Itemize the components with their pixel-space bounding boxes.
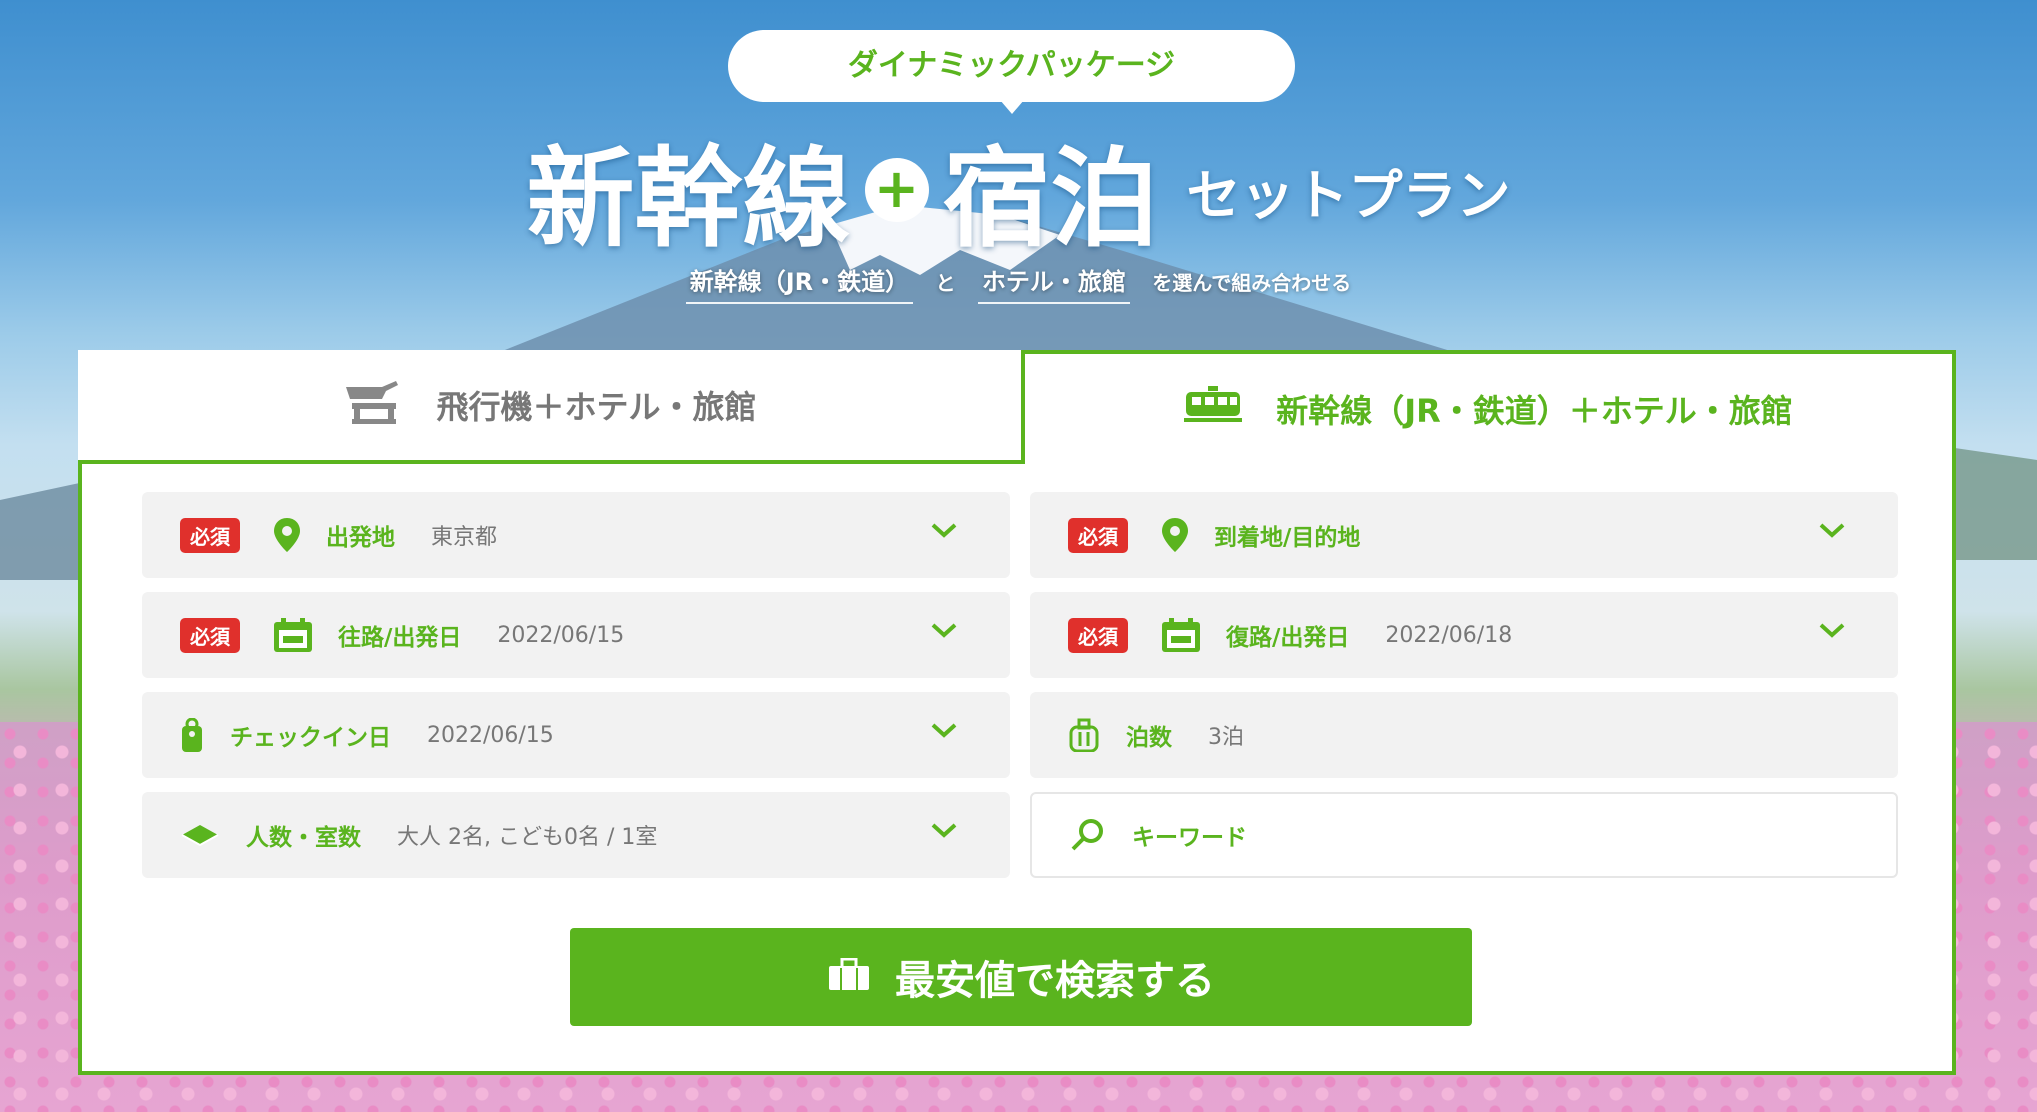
key-tag-icon bbox=[180, 718, 204, 752]
luggage-icon bbox=[1068, 718, 1100, 752]
chevron-down-icon bbox=[931, 623, 957, 638]
subtitle-and: と bbox=[935, 271, 956, 295]
outbound-date-select[interactable]: 必須 往路/出発日 2022/06/15 bbox=[142, 592, 1010, 678]
search-icon bbox=[1070, 818, 1106, 852]
tab-bar: 飛行機＋ホテル・旅館 新幹線（JR・鉄道）＋ホテル・旅館 bbox=[78, 350, 1956, 464]
page-subtitle: 新幹線（JR・鉄道） と ホテル・旅館 を選んで組み合わせる bbox=[0, 262, 2037, 304]
departure-select[interactable]: 必須 出発地 東京都 bbox=[142, 492, 1010, 578]
title-suffix: セットプラン bbox=[1186, 163, 1511, 227]
checkin-value: 2022/06/15 bbox=[427, 722, 554, 748]
tab-plane-label: 飛行機＋ホテル・旅館 bbox=[436, 388, 757, 426]
keyword-input[interactable]: キーワード bbox=[1030, 792, 1898, 878]
chevron-down-icon bbox=[931, 823, 957, 838]
keyword-placeholder: キーワード bbox=[1132, 825, 1247, 851]
subtitle-rail: 新幹線（JR・鉄道） bbox=[685, 268, 914, 304]
chevron-down-icon bbox=[1819, 523, 1845, 538]
nights-field[interactable]: 泊数 3泊 bbox=[1030, 692, 1898, 778]
nights-value: 3泊 bbox=[1208, 725, 1244, 750]
search-form: 必須 出発地 東京都 必須 到着地/目的地 必須 往路/出発日 2022/06/… bbox=[78, 464, 1956, 1075]
checkin-label: チェックイン日 bbox=[230, 725, 391, 751]
return-label: 復路/出発日 bbox=[1226, 625, 1350, 651]
outbound-value: 2022/06/15 bbox=[497, 622, 625, 648]
bag-icon bbox=[827, 954, 895, 1000]
destination-label: 到着地/目的地 bbox=[1214, 525, 1361, 551]
guests-value: 大人 2名, こども0名 / 1室 bbox=[397, 825, 658, 850]
required-badge: 必須 bbox=[180, 517, 240, 553]
subtitle-rest: を選んで組み合わせる bbox=[1152, 271, 1352, 295]
train-icon bbox=[1184, 386, 1276, 432]
chevron-down-icon bbox=[1819, 623, 1845, 638]
title-plus: + bbox=[864, 158, 929, 222]
guests-rooms-select[interactable]: 人数・室数 大人 2名, こども0名 / 1室 bbox=[142, 792, 1010, 878]
return-value: 2022/06/18 bbox=[1385, 622, 1513, 648]
required-badge: 必須 bbox=[1068, 617, 1128, 653]
tab-train-hotel[interactable]: 新幹線（JR・鉄道）＋ホテル・旅館 bbox=[1021, 350, 1956, 464]
airplane-icon bbox=[342, 377, 436, 433]
return-date-select[interactable]: 必須 復路/出発日 2022/06/18 bbox=[1030, 592, 1898, 678]
location-pin-icon bbox=[1162, 518, 1188, 552]
tab-train-label: 新幹線（JR・鉄道）＋ホテル・旅館 bbox=[1276, 392, 1793, 430]
search-cheapest-button[interactable]: 最安値で検索する bbox=[570, 928, 1472, 1026]
required-badge: 必須 bbox=[180, 617, 240, 653]
required-badge: 必須 bbox=[1068, 517, 1128, 553]
guests-label: 人数・室数 bbox=[246, 825, 361, 851]
checkin-date-select[interactable]: チェックイン日 2022/06/15 bbox=[142, 692, 1010, 778]
chevron-down-icon bbox=[931, 723, 957, 738]
search-button-label: 最安値で検索する bbox=[895, 958, 1215, 1004]
room-icon bbox=[180, 823, 220, 847]
search-card: 飛行機＋ホテル・旅館 新幹線（JR・鉄道）＋ホテル・旅館 必須 出発地 東京都 … bbox=[78, 350, 1956, 1075]
tab-plane-hotel[interactable]: 飛行機＋ホテル・旅館 bbox=[78, 350, 1021, 464]
location-pin-icon bbox=[274, 518, 300, 552]
calendar-icon bbox=[1162, 618, 1200, 652]
nights-label: 泊数 bbox=[1126, 725, 1172, 751]
page-title: 新幹線 + 宿泊 セットプラン bbox=[0, 112, 2037, 268]
title-lodging: 宿泊 bbox=[942, 137, 1159, 262]
departure-value: 東京都 bbox=[431, 525, 498, 550]
title-shinkansen: 新幹線 bbox=[526, 137, 851, 262]
departure-label: 出発地 bbox=[326, 525, 395, 551]
package-badge: ダイナミックパッケージ bbox=[728, 30, 1295, 114]
calendar-icon bbox=[274, 618, 312, 652]
destination-select[interactable]: 必須 到着地/目的地 bbox=[1030, 492, 1898, 578]
outbound-label: 往路/出発日 bbox=[338, 625, 462, 651]
subtitle-hotel: ホテル・旅館 bbox=[977, 268, 1130, 304]
chevron-down-icon bbox=[931, 523, 957, 538]
